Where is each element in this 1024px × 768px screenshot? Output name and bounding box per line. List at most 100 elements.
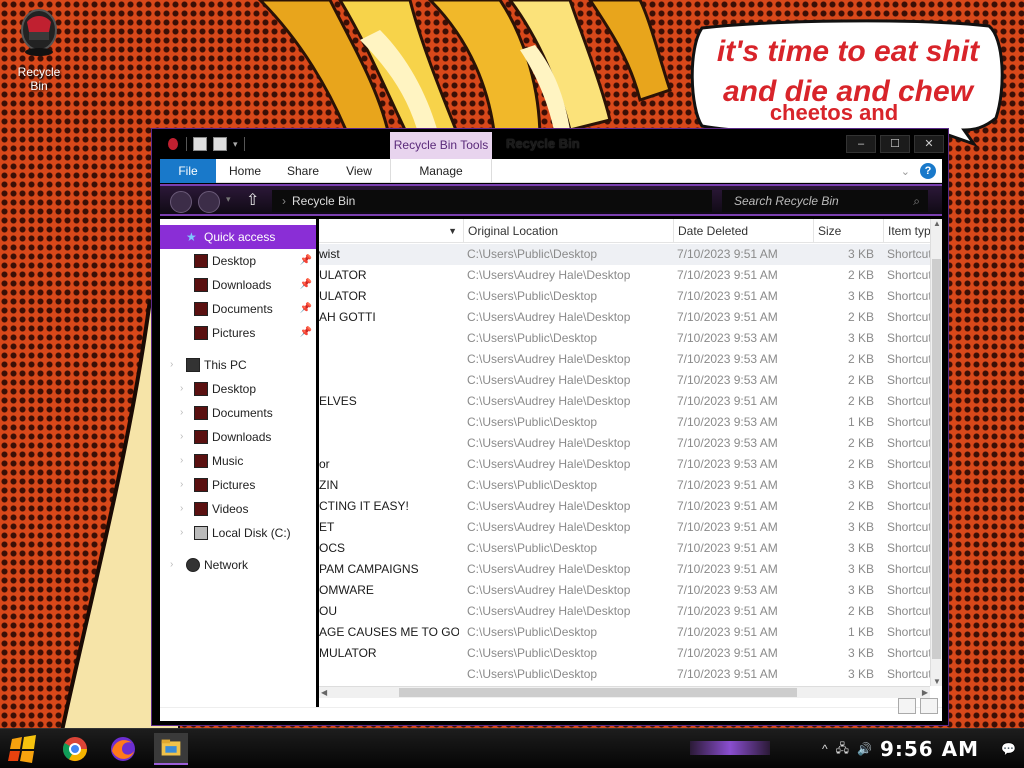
navigation-pane: ★ Quick access Desktop 📌 Downloads 📌 Doc… — [160, 219, 316, 707]
recent-locations-icon[interactable]: ▾ — [226, 194, 231, 205]
col-size-header[interactable]: Size — [813, 219, 883, 243]
table-row[interactable]: C:\Users\Public\Desktop 7/10/2023 9:53 AM… — [319, 328, 930, 349]
up-arrow-icon[interactable]: ⇧ — [246, 190, 259, 210]
notifications-icon[interactable]: 💬 — [1001, 742, 1016, 756]
nav-this-pc[interactable]: › This PC — [160, 353, 316, 377]
file-name: ZIN — [319, 478, 339, 492]
details-view-button[interactable] — [898, 698, 916, 714]
file-name: wist — [319, 247, 340, 261]
maximize-button[interactable]: ☐ — [880, 135, 910, 153]
expand-chevron-icon[interactable]: › — [170, 553, 173, 577]
network-tray-icon[interactable]: 🖧 — [836, 739, 849, 760]
scroll-up-icon[interactable]: ▲ — [933, 219, 941, 228]
table-row[interactable]: ULATOR C:\Users\Audrey Hale\Desktop 7/10/2… — [319, 265, 930, 286]
scroll-left-icon[interactable]: ◀ — [321, 688, 327, 697]
table-row[interactable]: or C:\Users\Audrey Hale\Desktop 7/10/2023 … — [319, 454, 930, 475]
table-row[interactable]: C:\Users\Public\Desktop 7/10/2023 9:51 AM… — [319, 664, 930, 685]
show-hidden-icons-icon[interactable]: ^ — [822, 742, 828, 756]
vertical-scrollbar[interactable]: ▲ ▼ — [930, 219, 942, 686]
sort-dropdown-icon[interactable]: ▼ — [448, 219, 457, 243]
nav-pc-downloads[interactable]: › Downloads — [160, 425, 316, 449]
nav-qa-desktop[interactable]: Desktop 📌 — [160, 249, 316, 273]
vertical-scroll-thumb[interactable] — [932, 259, 941, 659]
nav-pc-videos-label: Videos — [212, 502, 249, 516]
nav-pc-local-disk[interactable]: › Local Disk (C:) — [160, 521, 316, 545]
table-row[interactable]: wist C:\Users\Public\Desktop 7/10/2023 9:5… — [319, 244, 930, 265]
close-button[interactable]: ✕ — [914, 135, 944, 153]
expand-chevron-icon[interactable]: › — [170, 353, 173, 377]
tab-view[interactable]: View — [336, 159, 382, 183]
nav-qa-documents[interactable]: Documents 📌 — [160, 297, 316, 321]
address-field[interactable]: › Recycle Bin — [272, 190, 712, 212]
chrome-icon[interactable] — [58, 733, 92, 765]
firefox-icon[interactable] — [106, 733, 140, 765]
table-row[interactable]: MULATOR C:\Users\Public\Desktop 7/10/2023 … — [319, 643, 930, 664]
recycle-bin-tools-tab[interactable]: Recycle Bin Tools — [390, 132, 492, 159]
nav-network[interactable]: › Network — [160, 553, 316, 577]
clock[interactable]: 9:56 AM — [880, 737, 979, 761]
table-row[interactable]: C:\Users\Audrey Hale\Desktop 7/10/2023 9:… — [319, 433, 930, 454]
minimize-button[interactable]: – — [846, 135, 876, 153]
tab-file[interactable]: File — [160, 159, 216, 183]
expand-chevron-icon[interactable]: › — [180, 401, 183, 425]
nav-pc-documents[interactable]: › Documents — [160, 401, 316, 425]
nav-pc-desktop[interactable]: › Desktop — [160, 377, 316, 401]
large-icons-view-button[interactable] — [920, 698, 938, 714]
table-row[interactable]: OMWARE C:\Users\Audrey Hale\Desktop 7/10/2… — [319, 580, 930, 601]
expand-chevron-icon[interactable]: › — [180, 473, 183, 497]
expand-chevron-icon[interactable]: › — [180, 425, 183, 449]
properties-icon[interactable] — [193, 137, 207, 151]
expand-chevron-icon[interactable]: › — [180, 377, 183, 401]
forward-button[interactable] — [198, 191, 220, 213]
table-row[interactable]: CTING IT EASY! C:\Users\Audrey Hale\Deskt… — [319, 496, 930, 517]
table-row[interactable]: AH GOTTI C:\Users\Audrey Hale\Desktop 7/10… — [319, 307, 930, 328]
col-date-deleted-header[interactable]: Date Deleted — [673, 219, 813, 243]
col-original-location-header[interactable]: Original Location — [463, 219, 673, 243]
table-row[interactable]: C:\Users\Audrey Hale\Desktop 7/10/2023 9:… — [319, 370, 930, 391]
start-icon[interactable] — [8, 735, 38, 763]
qat-dropdown-icon[interactable]: ▾ — [233, 139, 238, 150]
back-button[interactable] — [170, 191, 192, 213]
table-row[interactable]: OCS C:\Users\Public\Desktop 7/10/2023 9:51… — [319, 538, 930, 559]
nav-pc-videos[interactable]: › Videos — [160, 497, 316, 521]
scroll-down-icon[interactable]: ▼ — [933, 677, 941, 686]
tab-share[interactable]: Share — [278, 159, 328, 183]
date-deleted: 7/10/2023 9:53 AM — [677, 352, 778, 366]
file-name: ET — [319, 520, 335, 534]
tab-home[interactable]: Home — [222, 159, 268, 183]
file-size: 3 KB — [847, 289, 874, 303]
tab-manage[interactable]: Manage — [390, 159, 492, 183]
horizontal-scroll-thumb[interactable] — [399, 688, 797, 697]
table-row[interactable]: C:\Users\Public\Desktop 7/10/2023 9:53 AM… — [319, 412, 930, 433]
title-bar[interactable]: ▾ Recycle Bin Tools Recycle Bin – ☐ ✕ — [152, 129, 948, 159]
table-row[interactable]: C:\Users\Audrey Hale\Desktop 7/10/2023 9:… — [319, 349, 930, 370]
volume-icon[interactable]: 🔊 — [857, 742, 872, 756]
nav-qa-downloads[interactable]: Downloads 📌 — [160, 273, 316, 297]
col-item-type-header[interactable]: Item typ — [883, 219, 930, 243]
table-row[interactable]: ELVES C:\Users\Audrey Hale\Desktop 7/10/20… — [319, 391, 930, 412]
file-explorer-icon[interactable] — [154, 733, 188, 765]
col-name-header[interactable]: ▼ — [319, 219, 463, 243]
table-row[interactable]: AGE CAUSES ME TO GO IN... C:\Users\Public… — [319, 622, 930, 643]
horizontal-scrollbar[interactable]: ◀ ▶ — [319, 686, 930, 698]
help-icon[interactable]: ? — [920, 163, 936, 179]
date-deleted: 7/10/2023 9:53 AM — [677, 331, 778, 345]
expand-ribbon-icon[interactable]: ⌄ — [901, 165, 910, 178]
desktop-recycle-bin[interactable]: Recycle Bin — [8, 6, 70, 93]
date-deleted: 7/10/2023 9:51 AM — [677, 541, 778, 555]
table-row[interactable]: ULATOR C:\Users\Public\Desktop 7/10/2023 9… — [319, 286, 930, 307]
expand-chevron-icon[interactable]: › — [180, 449, 183, 473]
table-row[interactable]: PAM CAMPAIGNS C:\Users\Audrey Hale\Deskto… — [319, 559, 930, 580]
table-row[interactable]: OU C:\Users\Audrey Hale\Desktop 7/10/2023 … — [319, 601, 930, 622]
search-input[interactable]: Search Recycle Bin ⌕ — [722, 190, 928, 212]
expand-chevron-icon[interactable]: › — [180, 521, 183, 545]
nav-qa-pictures[interactable]: Pictures 📌 — [160, 321, 316, 345]
new-folder-icon[interactable] — [213, 137, 227, 151]
nav-pc-pictures[interactable]: › Pictures — [160, 473, 316, 497]
table-row[interactable]: ZIN C:\Users\Public\Desktop 7/10/2023 9:51… — [319, 475, 930, 496]
nav-quick-access[interactable]: ★ Quick access — [160, 225, 316, 249]
scroll-right-icon[interactable]: ▶ — [922, 688, 928, 697]
nav-pc-music[interactable]: › Music — [160, 449, 316, 473]
expand-chevron-icon[interactable]: › — [180, 497, 183, 521]
table-row[interactable]: ET C:\Users\Audrey Hale\Desktop 7/10/2023 … — [319, 517, 930, 538]
